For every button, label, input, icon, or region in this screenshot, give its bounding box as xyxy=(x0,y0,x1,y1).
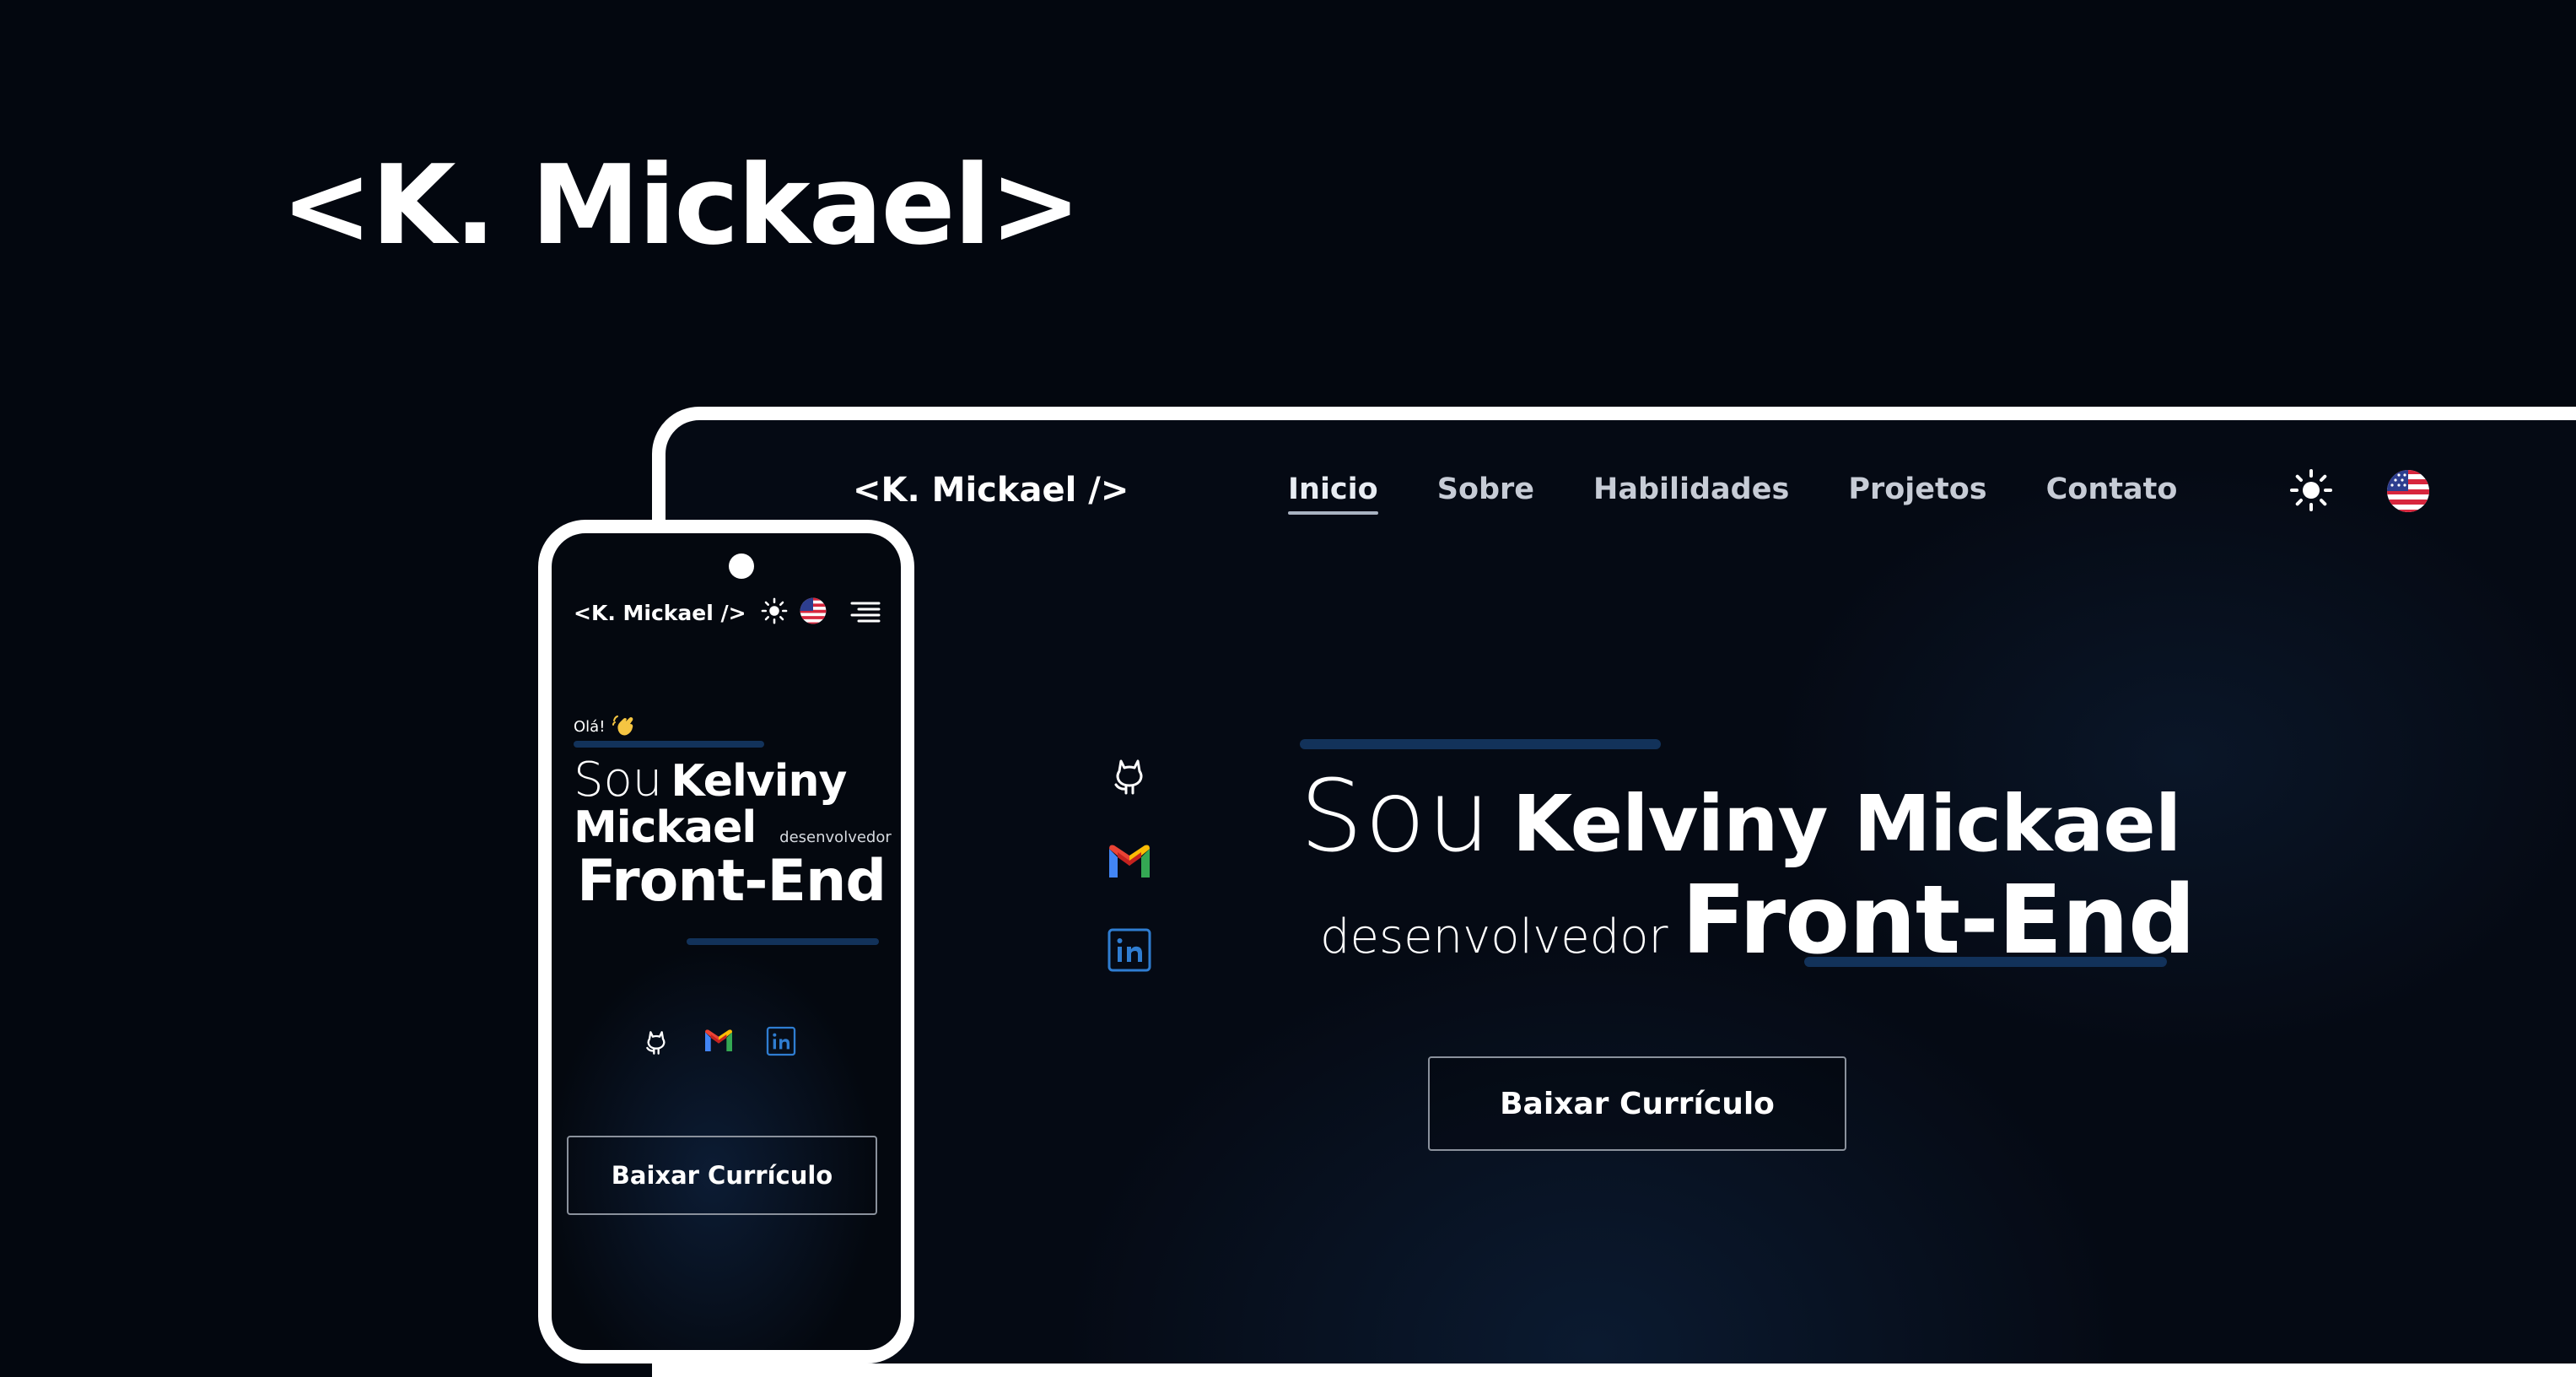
mobile-mockup: <K. Mickael /> Olá! Sou Kelviny Mickael … xyxy=(538,520,914,1364)
hero-role-prefix: desenvolvedor xyxy=(779,829,892,846)
hero-accent-bar-top xyxy=(1300,739,1661,749)
brand-title: <K. Mickael> xyxy=(281,141,1081,269)
nav-item-sobre[interactable]: Sobre xyxy=(1437,472,1534,515)
github-icon[interactable] xyxy=(639,1024,673,1058)
hero-accent-bar-bottom xyxy=(687,938,879,945)
us-flag-icon[interactable] xyxy=(2386,469,2430,513)
mobile-social-links xyxy=(639,1024,798,1058)
hero-name-first: Kelviny xyxy=(671,756,847,807)
desktop-logo[interactable]: <K. Mickael /> xyxy=(853,471,1129,510)
desktop-social-links xyxy=(1104,749,1158,1012)
desktop-nav-menu: Inicio Sobre Habilidades Projetos Contat… xyxy=(1288,472,2236,515)
greeting-text: Olá! xyxy=(574,717,606,736)
hero-prefix: Sou xyxy=(574,753,663,807)
download-cv-button[interactable]: Baixar Currículo xyxy=(567,1136,877,1215)
camera-notch xyxy=(729,554,754,579)
download-cv-button[interactable]: Baixar Currículo xyxy=(1428,1056,1846,1151)
greeting: Olá! xyxy=(574,714,637,739)
gmail-icon[interactable] xyxy=(1104,837,1155,888)
hamburger-menu-icon[interactable] xyxy=(850,601,881,623)
linkedin-icon[interactable] xyxy=(764,1024,798,1058)
hero-name: Kelviny Mickael xyxy=(1512,779,2181,869)
mobile-logo[interactable]: <K. Mickael /> xyxy=(574,601,746,625)
sun-icon[interactable] xyxy=(2290,469,2332,511)
hero-role: Front-End xyxy=(577,848,887,915)
desktop-navbar: <K. Mickael /> Inicio Sobre Habilidades … xyxy=(666,420,2576,589)
hero-name-last: Mickael xyxy=(574,802,757,853)
hero-accent-bar-bottom xyxy=(1804,957,2167,967)
nav-item-contato[interactable]: Contato xyxy=(2046,472,2178,515)
github-icon[interactable] xyxy=(1104,749,1155,800)
mobile-hero: Sou Kelviny Mickael desenvolvedor Front-… xyxy=(574,753,892,915)
linkedin-icon[interactable] xyxy=(1104,925,1155,975)
desktop-hero: Sou Kelviny Mickael desenvolvedor Front-… xyxy=(1300,758,2196,975)
hero-prefix: Sou xyxy=(1300,758,1492,874)
sun-icon[interactable] xyxy=(761,597,788,624)
waving-hand-icon xyxy=(612,716,633,736)
nav-item-habilidades[interactable]: Habilidades xyxy=(1593,472,1789,515)
nav-item-inicio[interactable]: Inicio xyxy=(1288,472,1378,515)
nav-item-projetos[interactable]: Projetos xyxy=(1848,472,1986,515)
hero-role-prefix: desenvolvedor xyxy=(1320,910,1668,964)
hero-accent-bar-top xyxy=(574,741,764,748)
desktop-mockup: <K. Mickael /> Inicio Sobre Habilidades … xyxy=(652,407,2576,1377)
us-flag-icon[interactable] xyxy=(800,597,827,624)
gmail-icon[interactable] xyxy=(702,1024,736,1058)
